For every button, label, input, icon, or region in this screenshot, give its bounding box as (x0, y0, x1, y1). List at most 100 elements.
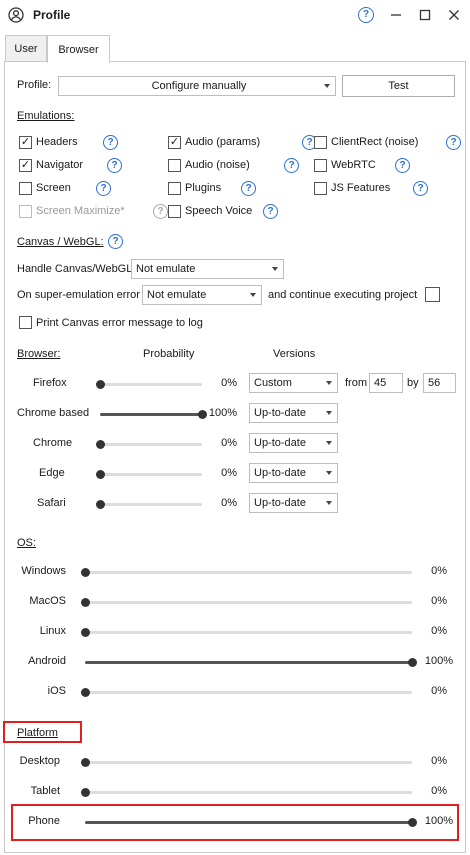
os-windows-slider[interactable] (81, 568, 412, 577)
firefox-from-input[interactable]: 45 (369, 373, 403, 393)
firefox-by-input[interactable]: 56 (423, 373, 456, 393)
emulation-audio-params-checkbox[interactable]: ✓ (168, 136, 181, 149)
emulation-audio-noise-checkbox[interactable] (168, 159, 181, 172)
browser-chrome-based-slider[interactable] (100, 410, 207, 419)
os-linux-label: Linux (39, 625, 66, 637)
maximize-button[interactable] (415, 5, 435, 25)
os-macos-slider-thumb[interactable] (81, 598, 90, 607)
probability-header: Probability (143, 348, 195, 360)
canvas-help-icon[interactable]: ? (108, 234, 123, 249)
browser-chrome-based-label: Chrome based (17, 407, 90, 419)
os-macos-slider[interactable] (81, 598, 412, 607)
browser-chrome-based-version-select[interactable]: Up-to-date (249, 403, 338, 423)
emulation-speech-voice-help-icon[interactable]: ? (263, 204, 278, 219)
browser-safari-slider[interactable] (96, 500, 202, 509)
os-ios-label: iOS (47, 685, 66, 697)
browser-edge-slider-thumb[interactable] (96, 470, 105, 479)
platform-phone-slider-fill (85, 821, 412, 824)
emulation-screen-maximize-label: Screen Maximize* (36, 205, 125, 217)
super-emulation-select[interactable]: Not emulate (142, 285, 262, 305)
os-linux-slider[interactable] (81, 628, 412, 637)
browser-firefox-slider-thumb[interactable] (96, 380, 105, 389)
platform-desktop-label: Desktop (19, 755, 60, 767)
emulation-audio-params-label: Audio (params) (185, 136, 261, 148)
os-android-slider[interactable] (85, 658, 417, 667)
print-canvas-error-label: Print Canvas error message to log (36, 317, 203, 329)
handle-canvas-select[interactable]: Not emulate (131, 259, 284, 279)
tab-user[interactable]: User (5, 35, 47, 62)
emulation-plugins-checkbox[interactable] (168, 182, 181, 195)
continue-executing-checkbox[interactable] (425, 287, 440, 302)
browser-edge-slider[interactable] (96, 470, 202, 479)
emulation-audio-noise-label: Audio (noise) (185, 159, 250, 171)
browser-firefox-label: Firefox (33, 377, 67, 389)
emulation-headers-label: Headers (36, 136, 78, 148)
browser-safari-slider-thumb[interactable] (96, 500, 105, 509)
browser-chrome-percent: 0% (221, 437, 237, 449)
chevron-down-icon (272, 267, 278, 271)
emulation-screen-maximize-help-icon[interactable]: ? (153, 204, 168, 219)
continue-executing-label: and continue executing project (268, 289, 418, 301)
profile-select-value: Configure manually (151, 80, 247, 92)
os-linux-slider-thumb[interactable] (81, 628, 90, 637)
minimize-button[interactable] (386, 5, 406, 25)
platform-phone-slider[interactable] (85, 818, 417, 827)
emulation-clientrect-noise-help-icon[interactable]: ? (446, 135, 461, 150)
emulation-headers-checkbox[interactable]: ✓ (19, 136, 32, 149)
window-title: Profile (33, 8, 71, 22)
platform-tablet-slider-thumb[interactable] (81, 788, 90, 797)
emulation-screen-help-icon[interactable]: ? (96, 181, 111, 196)
platform-desktop-slider-thumb[interactable] (81, 758, 90, 767)
emulation-js-features-help-icon[interactable]: ? (413, 181, 428, 196)
title-bar: Profile ? (0, 0, 470, 30)
profile-select[interactable]: Configure manually (58, 76, 336, 96)
platform-tablet-slider[interactable] (81, 788, 412, 797)
browser-safari-percent: 0% (221, 497, 237, 509)
emulation-webrtc-label: WebRTC (331, 159, 376, 171)
chevron-down-icon (326, 471, 332, 475)
super-emulation-label: On super-emulation error (17, 289, 140, 301)
handle-canvas-value: Not emulate (136, 263, 196, 275)
os-ios-slider-thumb[interactable] (81, 688, 90, 697)
browser-chrome-label: Chrome (33, 437, 73, 449)
tab-browser[interactable]: Browser (47, 35, 110, 63)
print-canvas-error-checkbox[interactable] (19, 316, 32, 329)
os-windows-slider-thumb[interactable] (81, 568, 90, 577)
test-button[interactable]: Test (342, 75, 455, 97)
browser-chrome-version-select[interactable]: Up-to-date (249, 433, 338, 453)
browser-edge-label: Edge (39, 467, 65, 479)
maximize-icon (419, 9, 431, 21)
help-button[interactable]: ? (356, 5, 376, 25)
emulation-navigator-help-icon[interactable]: ? (107, 158, 122, 173)
browser-firefox-percent: 0% (221, 377, 237, 389)
browser-edge-version-select[interactable]: Up-to-date (249, 463, 338, 483)
emulation-screen-checkbox[interactable] (19, 182, 32, 195)
platform-desktop-slider[interactable] (81, 758, 412, 767)
close-button[interactable] (444, 5, 464, 25)
profile-label: Profile: (17, 79, 52, 91)
os-ios-percent: 0% (431, 685, 447, 697)
emulation-speech-voice-checkbox[interactable] (168, 205, 181, 218)
emulation-js-features-checkbox[interactable] (314, 182, 327, 195)
chevron-down-icon (326, 441, 332, 445)
emulation-navigator-checkbox[interactable]: ✓ (19, 159, 32, 172)
emulation-clientrect-noise-checkbox[interactable] (314, 136, 327, 149)
chevron-down-icon (326, 381, 332, 385)
emulation-screen-maximize-checkbox (19, 205, 32, 218)
versions-header: Versions (273, 348, 316, 360)
emulation-webrtc-help-icon[interactable]: ? (395, 158, 410, 173)
os-ios-slider[interactable] (81, 688, 412, 697)
chevron-down-icon (250, 293, 256, 297)
emulation-headers-help-icon[interactable]: ? (103, 135, 118, 150)
browser-safari-version-select[interactable]: Up-to-date (249, 493, 338, 513)
chevron-down-icon (326, 411, 332, 415)
browser-firefox-version-select[interactable]: Custom (249, 373, 338, 393)
emulation-webrtc-checkbox[interactable] (314, 159, 327, 172)
browser-chrome-slider[interactable] (96, 440, 202, 449)
browser-firefox-slider[interactable] (96, 380, 202, 389)
emulation-plugins-label: Plugins (185, 182, 222, 194)
emulation-screen-label: Screen (36, 182, 71, 194)
emulation-plugins-help-icon[interactable]: ? (241, 181, 256, 196)
emulation-audio-noise-help-icon[interactable]: ? (284, 158, 299, 173)
browser-chrome-slider-thumb[interactable] (96, 440, 105, 449)
